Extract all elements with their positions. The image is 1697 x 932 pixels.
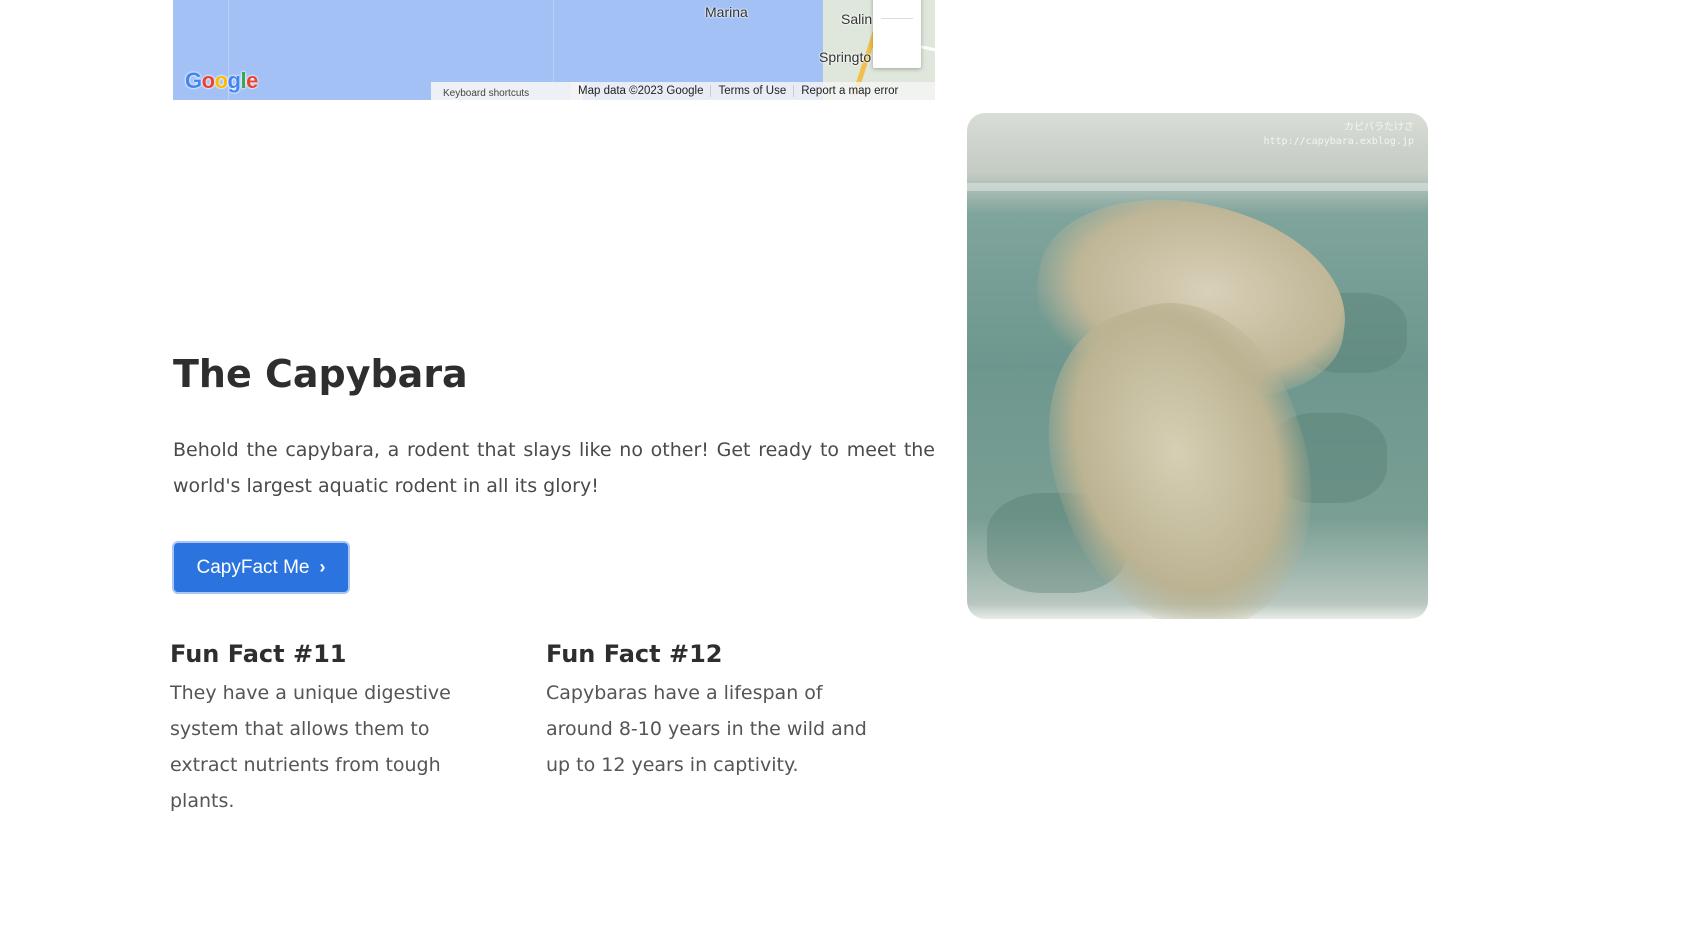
capyfact-button[interactable]: CapyFact Me › (172, 541, 350, 594)
water-surface (967, 183, 1428, 191)
fun-fact-text: They have a unique digestive system that… (170, 682, 451, 812)
intro-text: Behold the capybara, a rodent that slays… (173, 439, 935, 497)
google-logo-letter: e (246, 68, 258, 93)
fun-fact-card: Fun Fact #11 They have a unique digestiv… (170, 640, 490, 819)
watermark-line: http://capybara.exblog.jp (1263, 136, 1414, 147)
map-label-marina: Marina (705, 4, 748, 20)
embedded-map[interactable]: Marina Salin Springto Google Keyboard sh… (173, 0, 935, 100)
google-logo-letter: o (201, 68, 215, 93)
fun-fact-title: Fun Fact #11 (170, 640, 347, 668)
capyfact-button-label: CapyFact Me (196, 556, 310, 578)
fun-fact-text: Capybaras have a lifespan of around 8-10… (546, 682, 867, 776)
fun-fact-card: Fun Fact #12 Capybaras have a lifespan o… (546, 640, 886, 783)
photo-watermark: カピバラたけさ http://capybara.exblog.jp (1263, 121, 1414, 149)
terms-of-use-link[interactable]: Terms of Use (710, 85, 793, 97)
zoom-divider (881, 18, 913, 19)
chevron-right-icon: › (319, 557, 326, 577)
map-label-salinas: Salin (841, 11, 873, 27)
map-zoom-controls[interactable] (873, 0, 921, 68)
map-footer: Map data ©2023 Google Terms of Use Repor… (571, 82, 935, 100)
fun-fact-title: Fun Fact #12 (546, 640, 723, 668)
google-logo-letter: g (227, 68, 241, 93)
google-logo-letter: G (185, 68, 202, 93)
page-title: The Capybara (173, 352, 468, 396)
report-map-error-link[interactable]: Report a map error (793, 85, 905, 97)
google-logo: Google (185, 68, 258, 94)
map-data-attribution: Map data ©2023 Google (578, 85, 704, 97)
keyboard-shortcuts-button[interactable]: Keyboard shortcuts (431, 82, 583, 100)
capybara-photo: カピバラたけさ http://capybara.exblog.jp (967, 113, 1428, 619)
google-logo-letter: o (214, 68, 228, 93)
watermark-line: カピバラたけさ (1344, 122, 1414, 133)
map-label-springtown: Springto (819, 49, 872, 65)
